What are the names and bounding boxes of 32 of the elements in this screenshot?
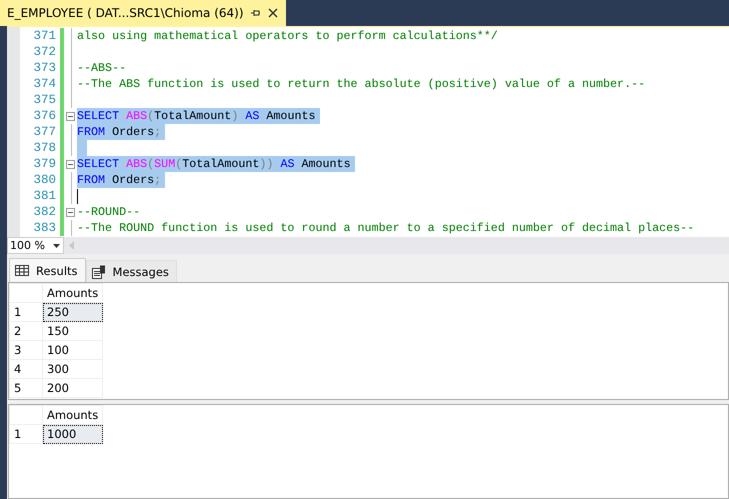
result-tab[interactable]: Messages bbox=[86, 260, 177, 282]
line-number: 379 bbox=[32, 156, 57, 172]
table-cell[interactable]: 1000 bbox=[42, 424, 103, 444]
table-cell[interactable]: 150 bbox=[42, 322, 103, 340]
zoom-dropdown[interactable]: 100 % bbox=[7, 237, 64, 254]
code-line: also using mathematical operators to perform calculations**/ bbox=[77, 28, 499, 44]
line-number: 377 bbox=[32, 124, 57, 140]
line-number: 378 bbox=[32, 140, 57, 156]
line-number: 381 bbox=[32, 188, 57, 204]
line-number: 376 bbox=[32, 108, 57, 124]
line-number: 380 bbox=[32, 172, 57, 188]
code-line: --ABS-- bbox=[77, 60, 128, 76]
line-number: 374 bbox=[32, 76, 57, 92]
line-number: 383 bbox=[32, 220, 57, 236]
line-number: 372 bbox=[32, 44, 57, 60]
row-number[interactable]: 5 bbox=[10, 378, 42, 398]
row-number[interactable]: 2 bbox=[10, 322, 42, 340]
line-number: 375 bbox=[32, 92, 57, 108]
row-number[interactable]: 3 bbox=[10, 340, 42, 360]
line-number: 371 bbox=[32, 28, 57, 44]
line-number: 373 bbox=[32, 60, 57, 76]
result-tab[interactable]: Results bbox=[9, 258, 86, 282]
table-cell[interactable]: 300 bbox=[42, 360, 103, 378]
line-number: 382 bbox=[32, 204, 57, 220]
code-line: --ROUND-- bbox=[77, 204, 142, 220]
code-line: --The ROUND function is used to round a number to a specified number of decimal places-- bbox=[77, 220, 696, 236]
document-tab[interactable]: E_EMPLOYEE ( DAT...SRC1\Chioma (64)) bbox=[0, 0, 286, 26]
table-cell[interactable]: 100 bbox=[42, 340, 103, 360]
code-line: --The ABS function is used to return the absolute (positive) value of a number.-- bbox=[77, 76, 646, 92]
table-cell[interactable]: 250 bbox=[42, 302, 103, 322]
row-number[interactable]: 4 bbox=[10, 360, 42, 378]
table-cell[interactable]: 200 bbox=[42, 378, 103, 398]
